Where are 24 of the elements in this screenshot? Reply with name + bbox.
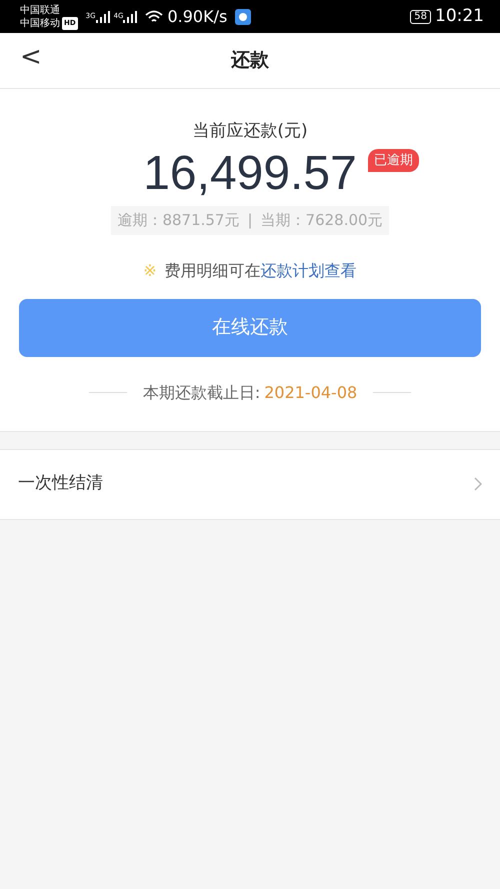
signal-icon: [96, 10, 110, 22]
carrier-name: 中国联通: [20, 4, 60, 16]
back-button[interactable]: <: [14, 43, 48, 71]
note-icon: ※: [143, 258, 157, 283]
overdue-badge: 已逾期: [368, 148, 419, 172]
separator: |: [247, 210, 253, 232]
carrier-name: 中国移动: [20, 16, 60, 30]
battery-level: 58: [410, 10, 431, 24]
amount-due: 16,499.57: [143, 146, 357, 202]
network-speed: 0.90K/s: [167, 6, 228, 28]
wifi-icon: [145, 10, 164, 24]
app-notification-icon: [235, 8, 252, 24]
amount-label: 当前应还款(元): [192, 120, 308, 143]
clock: 10:21: [435, 4, 484, 28]
breakdown-text: 当期：7628.00元: [260, 210, 383, 232]
page-title: 还款: [231, 48, 269, 74]
note-text: 费用明细可在: [164, 260, 261, 282]
breakdown-text: 逾期：8871.57元: [117, 210, 240, 232]
repayment-plan-link[interactable]: 还款计划查看: [260, 258, 357, 283]
settle-all-row[interactable]: 一次性结清: [0, 448, 500, 520]
deadline-label: 本期还款截止日:: [142, 382, 260, 404]
chevron-icon: [474, 477, 482, 492]
deadline-date: 2021-04-08: [264, 382, 358, 404]
signal-icon: [123, 10, 138, 22]
